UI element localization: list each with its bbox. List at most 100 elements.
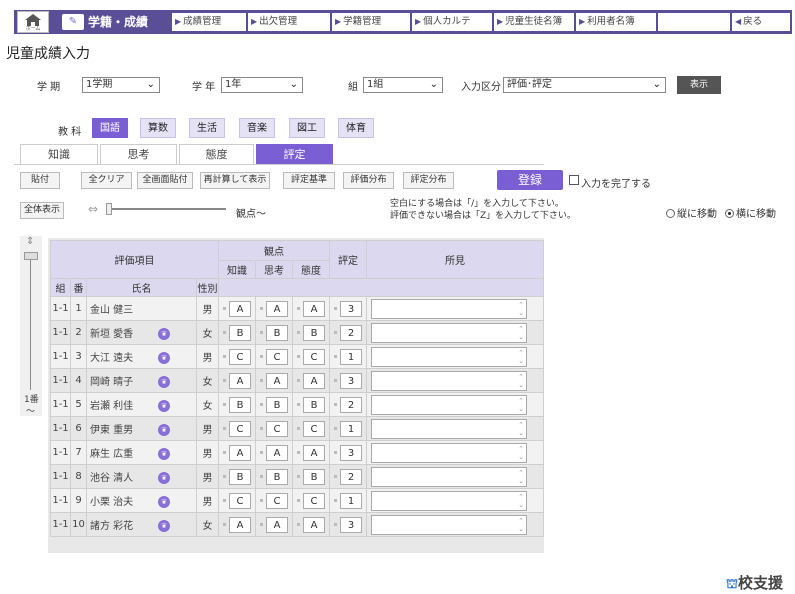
remarks-input[interactable]: ⌃ ⌄ — [371, 442, 527, 463]
grade-select[interactable]: 1年 ⌄ — [221, 77, 303, 93]
grade-input[interactable]: 3 — [340, 372, 362, 389]
subject-pe[interactable]: 体育 — [338, 118, 374, 138]
subject-math[interactable]: 算数 — [140, 118, 176, 138]
slider-handle[interactable] — [106, 203, 112, 215]
thinking-input[interactable]: B — [266, 396, 288, 413]
attitude-input[interactable]: C — [303, 420, 325, 437]
row-marker — [260, 499, 263, 502]
term-select[interactable]: 1学期 ⌄ — [82, 77, 160, 93]
input-type-select[interactable]: 評価･評定 ⌄ — [503, 77, 666, 93]
knowledge-input[interactable]: A — [229, 444, 251, 461]
knowledge-input[interactable]: B — [229, 396, 251, 413]
remarks-input[interactable]: ⌃ ⌄ — [371, 346, 527, 367]
thinking-input[interactable]: A — [266, 300, 288, 317]
attitude-input[interactable]: C — [303, 492, 325, 509]
thinking-input[interactable]: A — [266, 372, 288, 389]
attitude-input[interactable]: A — [303, 444, 325, 461]
cell-class: 1-1 — [50, 320, 71, 345]
chevron-down-icon: ⌄ — [289, 79, 298, 90]
subject-art[interactable]: 図工 — [289, 118, 325, 138]
recalc-button[interactable]: 再計算して表示 — [200, 172, 270, 189]
scroll-handle[interactable] — [24, 252, 38, 260]
nav-item-user-list[interactable]: ▶ 利用者名簿 — [576, 13, 656, 31]
grade-input[interactable]: 2 — [340, 468, 362, 485]
thinking-input[interactable]: B — [266, 324, 288, 341]
subject-japanese[interactable]: 国語 — [92, 118, 128, 138]
tab-attitude[interactable]: 態度 — [179, 144, 254, 164]
knowledge-input[interactable]: A — [229, 372, 251, 389]
grade-input[interactable]: 3 — [340, 516, 362, 533]
grade-input[interactable]: 3 — [340, 300, 362, 317]
thinking-input[interactable]: A — [266, 444, 288, 461]
home-button[interactable]: ホーム — [17, 11, 49, 33]
remarks-input[interactable]: ⌃ ⌄ — [371, 298, 527, 319]
subject-music[interactable]: 音楽 — [239, 118, 275, 138]
attitude-input[interactable]: B — [303, 324, 325, 341]
move-vertical-radio[interactable]: 縦に移動 — [666, 205, 717, 220]
move-horizontal-radio[interactable]: 横に移動 — [725, 205, 776, 220]
class-select[interactable]: 1組 ⌄ — [363, 77, 443, 93]
clear-all-button[interactable]: 全クリア — [81, 172, 132, 189]
thinking-input[interactable]: A — [266, 516, 288, 533]
remarks-input[interactable]: ⌃ ⌄ — [371, 490, 527, 511]
student-group-icon: ❦ — [158, 520, 170, 532]
attitude-input[interactable]: A — [303, 516, 325, 533]
grade-input[interactable]: 3 — [340, 444, 362, 461]
remarks-input[interactable]: ⌃ ⌄ — [371, 514, 527, 535]
knowledge-input[interactable]: A — [229, 516, 251, 533]
thinking-input[interactable]: C — [266, 420, 288, 437]
chevron-down-icon: ⌄ — [429, 79, 438, 90]
attitude-input[interactable]: B — [303, 396, 325, 413]
attitude-input[interactable]: C — [303, 348, 325, 365]
subject-life[interactable]: 生活 — [189, 118, 225, 138]
paste-all-button[interactable]: 全画面貼付 — [137, 172, 193, 189]
attitude-input[interactable]: B — [303, 468, 325, 485]
remarks-input[interactable]: ⌃ ⌄ — [371, 418, 527, 439]
show-button[interactable]: 表示 — [677, 76, 721, 94]
thinking-input[interactable]: C — [266, 492, 288, 509]
back-icon: ◀ — [735, 17, 742, 26]
tab-thinking[interactable]: 思考 — [100, 144, 177, 164]
tab-knowledge[interactable]: 知識 — [20, 144, 98, 164]
thinking-input[interactable]: C — [266, 348, 288, 365]
grade-input[interactable]: 1 — [340, 348, 362, 365]
show-all-button[interactable]: 全体表示 — [20, 202, 64, 219]
back-button[interactable]: ◀ 戻る — [732, 13, 790, 31]
attitude-input[interactable]: A — [303, 300, 325, 317]
attitude-input[interactable]: A — [303, 372, 325, 389]
cell-gender: 男 — [196, 416, 219, 441]
cell-gender: 女 — [196, 368, 219, 393]
knowledge-input[interactable]: B — [229, 468, 251, 485]
knowledge-input[interactable]: A — [229, 300, 251, 317]
knowledge-input[interactable]: C — [229, 492, 251, 509]
grade-criteria-button[interactable]: 評定基準 — [283, 172, 335, 189]
row-marker — [297, 403, 300, 406]
remarks-input[interactable]: ⌃ ⌄ — [371, 322, 527, 343]
nav-item-karte[interactable]: ▶ 個人カルテ — [412, 13, 492, 31]
spinner-icon: ⌃ ⌄ — [518, 396, 524, 413]
evaluation-dist-button[interactable]: 評価分布 — [343, 172, 394, 189]
scroll-track[interactable] — [30, 260, 31, 390]
knowledge-input[interactable]: C — [229, 420, 251, 437]
tab-grade[interactable]: 評定 — [256, 144, 333, 164]
row-marker — [297, 523, 300, 526]
register-button[interactable]: 登録 — [497, 170, 563, 190]
grade-input[interactable]: 1 — [340, 492, 362, 509]
nav-item-registry[interactable]: ▶ 学籍管理 — [332, 13, 410, 31]
nav-item-grades[interactable]: ▶ 成績管理 — [172, 13, 246, 31]
nav-item-student-list[interactable]: ▶ 児童生徒名簿 — [494, 13, 574, 31]
grade-input[interactable]: 2 — [340, 324, 362, 341]
remarks-input[interactable]: ⌃ ⌄ — [371, 466, 527, 487]
remarks-input[interactable]: ⌃ ⌄ — [371, 394, 527, 415]
knowledge-input[interactable]: B — [229, 324, 251, 341]
remarks-input[interactable]: ⌃ ⌄ — [371, 370, 527, 391]
grade-dist-button[interactable]: 評定分布 — [403, 172, 454, 189]
viewpoint-slider[interactable] — [106, 208, 226, 210]
grade-input[interactable]: 1 — [340, 420, 362, 437]
thinking-input[interactable]: B — [266, 468, 288, 485]
paste-button[interactable]: 貼付 — [20, 172, 60, 189]
knowledge-input[interactable]: C — [229, 348, 251, 365]
grade-input[interactable]: 2 — [340, 396, 362, 413]
nav-item-attendance[interactable]: ▶ 出欠管理 — [248, 13, 330, 31]
complete-checkbox[interactable] — [569, 175, 579, 185]
